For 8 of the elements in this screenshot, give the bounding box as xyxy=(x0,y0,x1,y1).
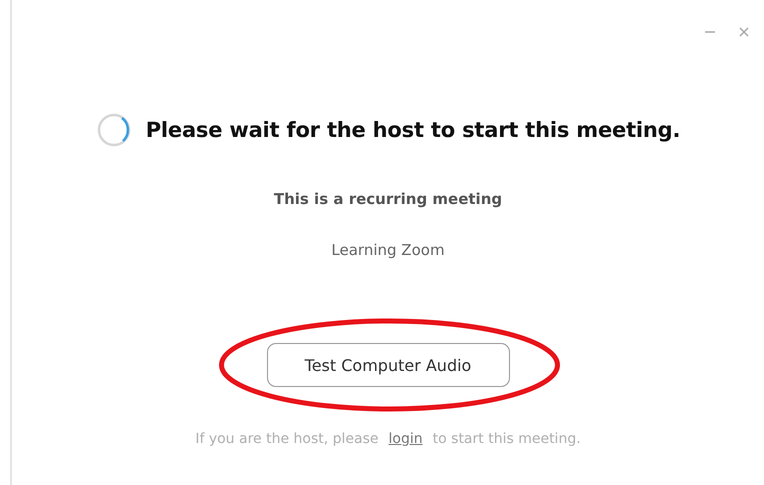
waiting-heading: Please wait for the host to start this meeting. xyxy=(146,118,680,142)
login-link[interactable]: login xyxy=(388,431,423,447)
meeting-name: Learning Zoom xyxy=(331,241,445,259)
host-login-hint: If you are the host, please login to start this meeting. xyxy=(195,431,581,447)
close-icon xyxy=(738,26,750,38)
recurring-meeting-label: This is a recurring meeting xyxy=(274,190,502,208)
loading-spinner-icon xyxy=(96,112,132,148)
test-audio-button[interactable]: Test Computer Audio xyxy=(266,343,510,387)
